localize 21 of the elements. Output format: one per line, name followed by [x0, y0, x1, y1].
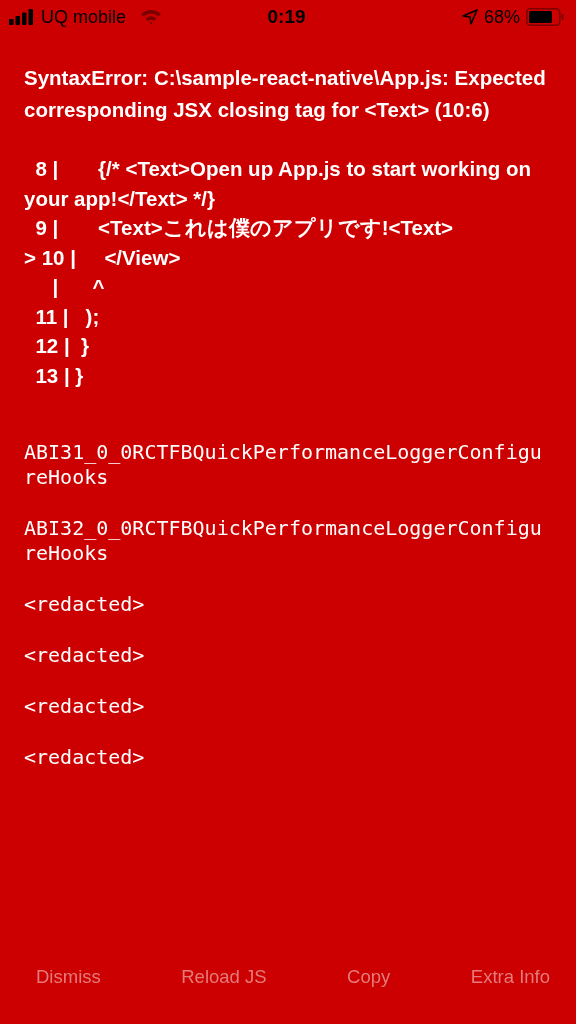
code-line: | ^ [51, 274, 106, 300]
carrier-name: UQ mobile [41, 6, 127, 28]
signal-icon [9, 9, 35, 25]
stack-frame[interactable]: <redacted> [24, 694, 552, 719]
code-line: > 10 | </View> [24, 244, 182, 271]
stack-frame[interactable]: ABI32_0_0RCTFBQuickPerformanceLoggerConfigureHooks [24, 516, 552, 566]
clock-time: 0:19 [267, 6, 306, 28]
code-line: 12 | } [34, 333, 90, 359]
stack-frame[interactable]: <redacted> [24, 745, 552, 770]
battery-percentage: 68% [483, 6, 520, 28]
wifi-icon [140, 9, 163, 25]
location-arrow-icon [461, 9, 478, 25]
battery-icon [526, 8, 564, 26]
error-message: SyntaxError: C:\sample-react-native\App.js: Expected corresponding JSX closing tag for <Text> (10:6) [24, 65, 547, 123]
stack-frame[interactable]: <redacted> [24, 592, 552, 617]
stack-frame[interactable]: ABI31_0_0RCTFBQuickPerformanceLoggerConfigureHooks [24, 440, 552, 490]
code-line: 9 | <Text>これは僕のアプリです!<Text> [34, 215, 455, 241]
code-line: 13 | } [34, 362, 85, 389]
code-line: 8 | {/* <Text>Open up App.js to start working on your app!</Text> */} [24, 156, 532, 212]
stack-frame[interactable]: <redacted> [24, 643, 552, 668]
code-line: 11 | ); [34, 303, 101, 330]
